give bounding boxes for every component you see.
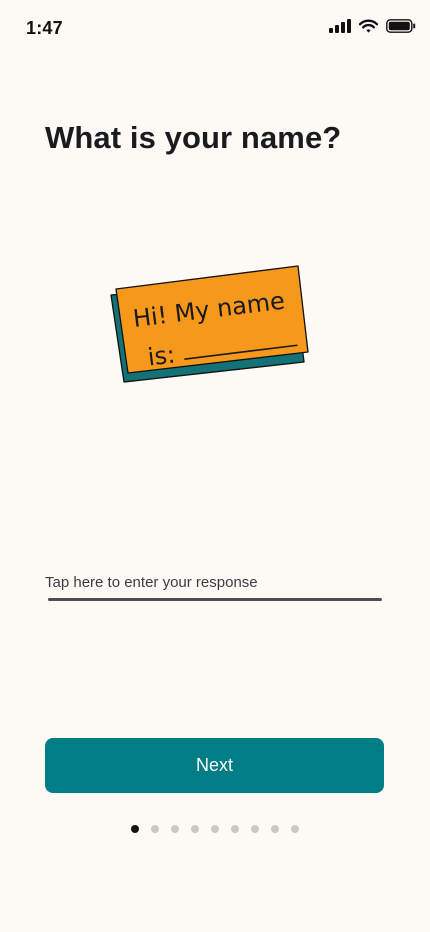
response-placeholder: Tap here to enter your response [45,574,258,591]
page-dot [231,825,239,833]
question-title: What is your name? [45,120,342,155]
status-time: 1:47 [26,18,63,38]
cellular-signal-icon [329,19,351,33]
next-button[interactable]: Next [45,738,384,793]
battery-icon [386,19,416,33]
page-dot [151,825,159,833]
page-dot [271,825,279,833]
name-response-field[interactable]: Tap here to enter your response [45,566,383,606]
page-dot [171,825,179,833]
page-indicator [131,825,299,833]
name-tag-illustration: Hi! My name is: [108,262,312,386]
page-dot [251,825,259,833]
page-dot [131,825,139,833]
response-underline [48,598,382,601]
status-icons [329,19,416,33]
page-dot [211,825,219,833]
wifi-icon [359,19,378,33]
sticker-line-2: is: [146,340,176,371]
page-dot [191,825,199,833]
page-dot [291,825,299,833]
status-bar: 1:47 [0,0,430,58]
